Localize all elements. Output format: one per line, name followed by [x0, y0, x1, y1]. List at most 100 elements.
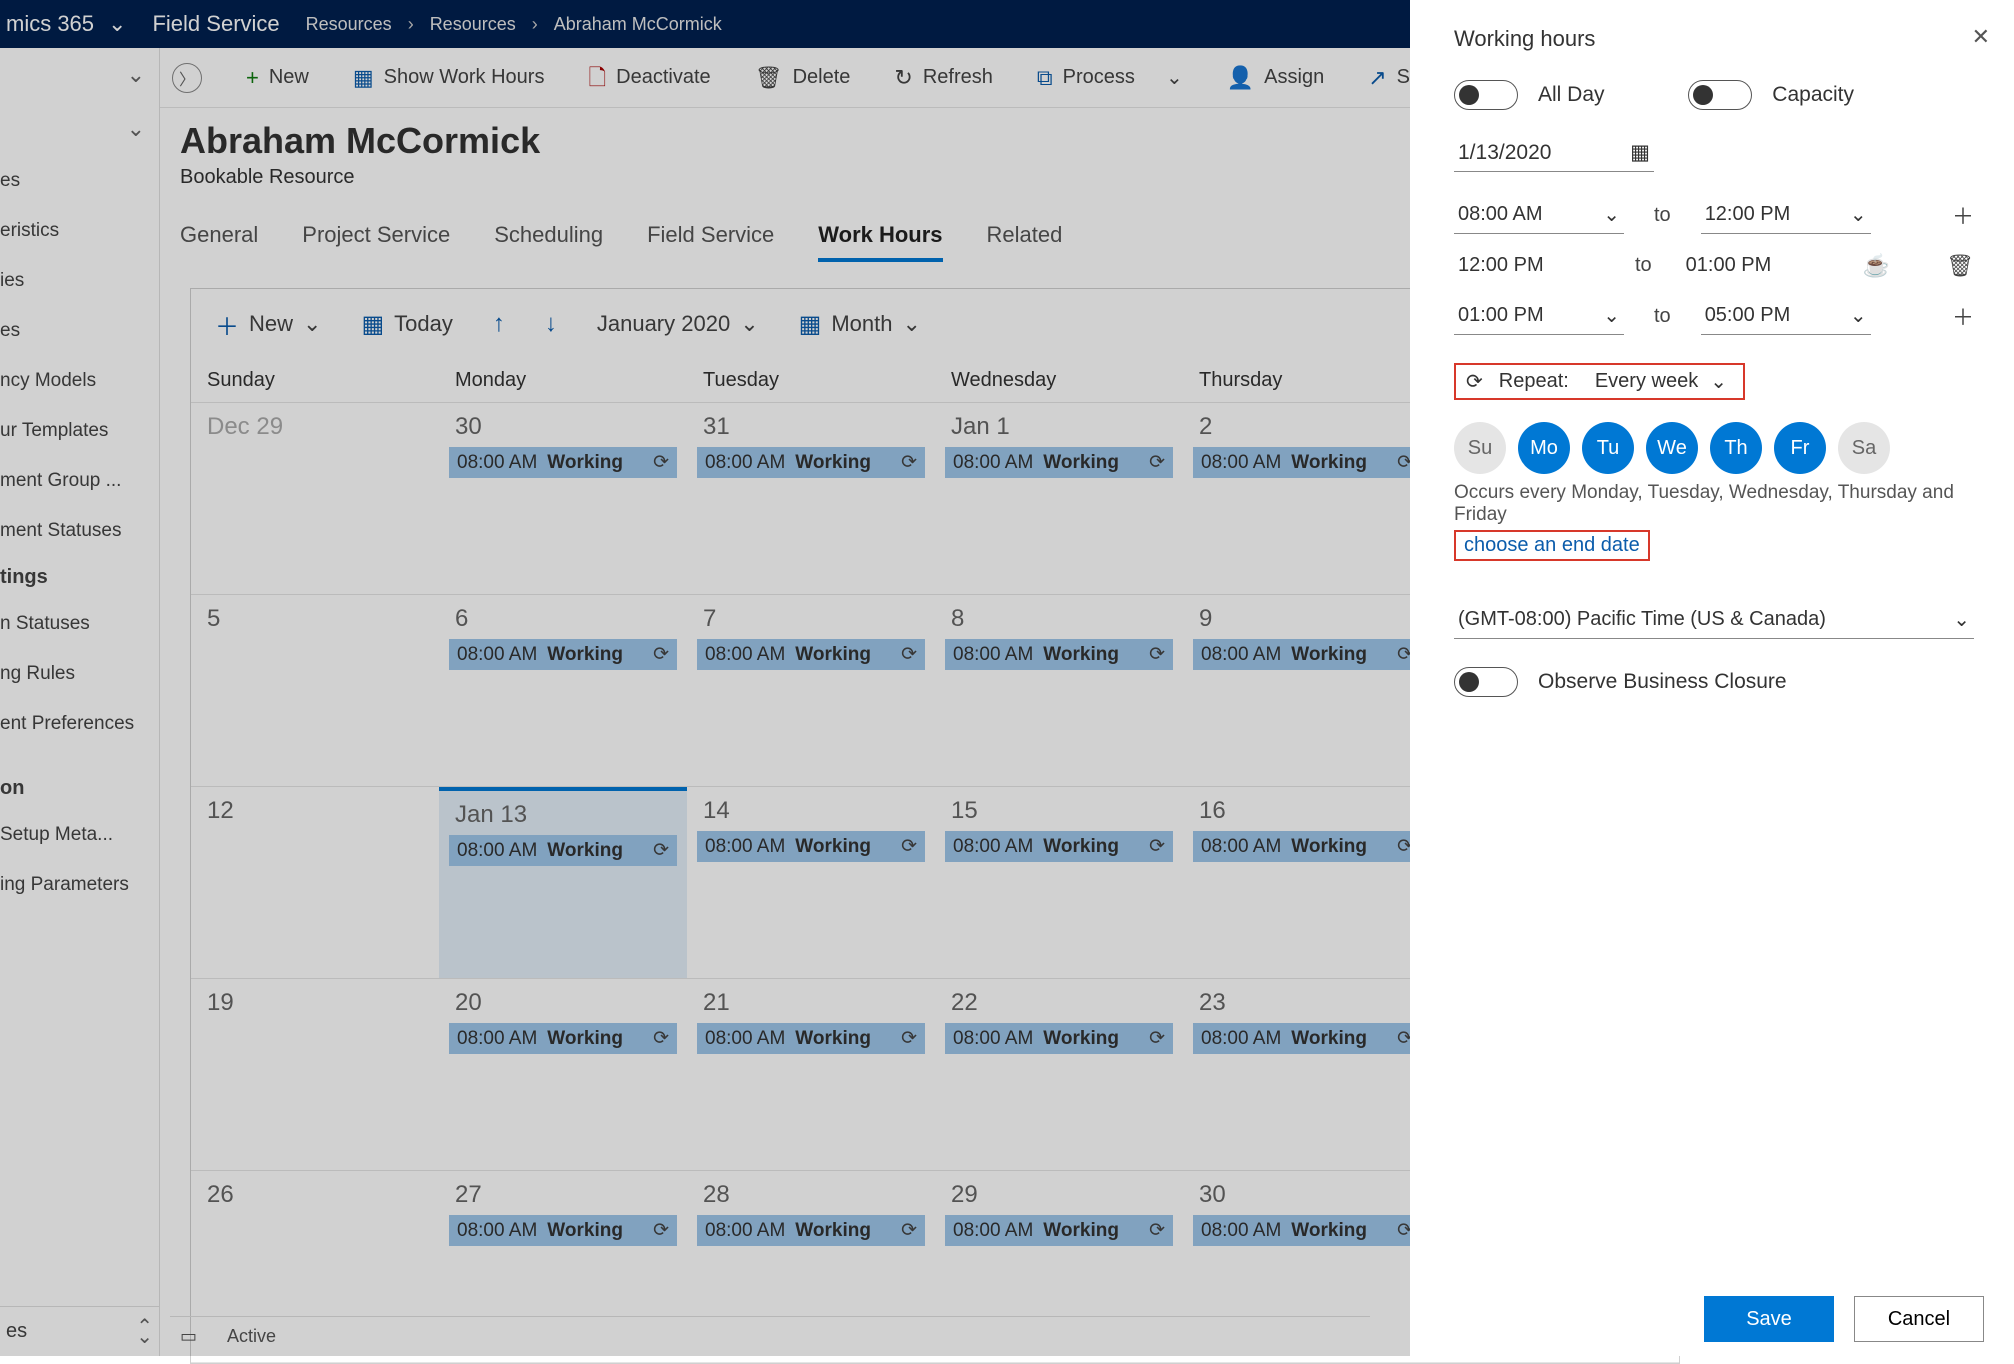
- app-brand[interactable]: mics 365 ⌄: [6, 11, 126, 37]
- calendar-day[interactable]: 808:00 AM Working⟳: [935, 595, 1183, 786]
- day-pill-sa[interactable]: Sa: [1838, 422, 1890, 474]
- cal-new-button[interactable]: ＋New ⌄: [215, 307, 321, 342]
- calendar-event[interactable]: 08:00 AM Working⟳: [945, 447, 1173, 478]
- calendar-event[interactable]: 08:00 AM Working⟳: [1193, 1023, 1421, 1054]
- time-from-field[interactable]: 12:00 PM: [1454, 248, 1605, 283]
- calendar-event[interactable]: 08:00 AM Working⟳: [449, 1023, 677, 1054]
- sidebar-item[interactable]: ment Group ...: [0, 456, 159, 506]
- cal-view-selector[interactable]: ▦Month ⌄: [799, 310, 921, 339]
- calendar-day[interactable]: 12: [191, 787, 439, 978]
- calendar-event[interactable]: 08:00 AM Working⟳: [1193, 1215, 1421, 1246]
- calendar-day[interactable]: 1408:00 AM Working⟳: [687, 787, 935, 978]
- calendar-day[interactable]: 708:00 AM Working⟳: [687, 595, 935, 786]
- calendar-event[interactable]: 08:00 AM Working⟳: [697, 831, 925, 862]
- capacity-toggle[interactable]: [1688, 80, 1752, 110]
- calendar-event[interactable]: 08:00 AM Working⟳: [1193, 447, 1421, 478]
- chevron-down-icon[interactable]: ⌄: [127, 116, 145, 142]
- calendar-event[interactable]: 08:00 AM Working⟳: [1193, 831, 1421, 862]
- sidebar-item[interactable]: ies: [0, 256, 159, 306]
- sidebar-item[interactable]: ur Templates: [0, 406, 159, 456]
- tab-scheduling[interactable]: Scheduling: [494, 222, 603, 262]
- assign-button[interactable]: 👤Assign: [1227, 66, 1324, 89]
- calendar-event[interactable]: 08:00 AM Working⟳: [449, 639, 677, 670]
- sidebar-item[interactable]: ent Preferences: [0, 699, 159, 749]
- calendar-event[interactable]: 08:00 AM Working⟳: [449, 1215, 677, 1246]
- calendar-day[interactable]: 3108:00 AM Working⟳: [687, 403, 935, 594]
- calendar-day[interactable]: 908:00 AM Working⟳: [1183, 595, 1431, 786]
- calendar-day[interactable]: 5: [191, 595, 439, 786]
- repeat-selector[interactable]: ⟳ Repeat: Every week ⌄: [1454, 363, 1745, 400]
- show-work-hours-button[interactable]: ▦Show Work Hours: [353, 66, 545, 89]
- sidebar-area-switcher[interactable]: es ⌃⌄: [0, 1306, 159, 1356]
- calendar-day[interactable]: 1608:00 AM Working⟳: [1183, 787, 1431, 978]
- calendar-event[interactable]: 08:00 AM Working⟳: [945, 639, 1173, 670]
- back-circle-icon[interactable]: 〉: [172, 63, 202, 93]
- process-button[interactable]: ⧉Process ⌄: [1037, 65, 1183, 90]
- sidebar-item[interactable]: eristics: [0, 206, 159, 256]
- crumb-1[interactable]: Resources: [306, 14, 392, 35]
- calendar-day[interactable]: 1508:00 AM Working⟳: [935, 787, 1183, 978]
- day-pill-su[interactable]: Su: [1454, 422, 1506, 474]
- deactivate-button[interactable]: 🗋Deactivate: [588, 66, 710, 89]
- tab-related[interactable]: Related: [987, 222, 1063, 262]
- tab-field-service[interactable]: Field Service: [647, 222, 774, 262]
- calendar-day[interactable]: 2308:00 AM Working⟳: [1183, 979, 1431, 1170]
- choose-end-date-link[interactable]: choose an end date: [1454, 530, 1650, 561]
- calendar-day[interactable]: Jan 1308:00 AM Working⟳: [439, 787, 687, 978]
- calendar-event[interactable]: 08:00 AM Working⟳: [697, 1023, 925, 1054]
- calendar-day[interactable]: 2208:00 AM Working⟳: [935, 979, 1183, 1170]
- delete-button[interactable]: 🗑Delete: [755, 66, 851, 89]
- save-button[interactable]: Save: [1704, 1296, 1834, 1342]
- crumb-3[interactable]: Abraham McCormick: [554, 14, 722, 35]
- form-switcher-icon[interactable]: ▭: [180, 1326, 197, 1347]
- tab-project-service[interactable]: Project Service: [302, 222, 450, 262]
- time-to-field[interactable]: 01:00 PM: [1682, 248, 1833, 283]
- sidebar-item[interactable]: es: [0, 306, 159, 356]
- crumb-2[interactable]: Resources: [430, 14, 516, 35]
- cal-today-button[interactable]: ▦Today: [361, 310, 452, 339]
- calendar-day[interactable]: 2108:00 AM Working⟳: [687, 979, 935, 1170]
- refresh-button[interactable]: ↻Refresh: [894, 66, 992, 89]
- sidebar-item[interactable]: n Statuses: [0, 599, 159, 649]
- calendar-day[interactable]: 3008:00 AM Working⟳: [439, 403, 687, 594]
- day-pill-th[interactable]: Th: [1710, 422, 1762, 474]
- day-pill-we[interactable]: We: [1646, 422, 1698, 474]
- calendar-event[interactable]: 08:00 AM Working⟳: [697, 639, 925, 670]
- calendar-event[interactable]: 08:00 AM Working⟳: [697, 447, 925, 478]
- new-button[interactable]: +New: [246, 66, 309, 89]
- sidebar-item[interactable]: ment Statuses: [0, 506, 159, 556]
- close-icon[interactable]: ✕: [1972, 24, 1990, 50]
- calendar-event[interactable]: 08:00 AM Working⟳: [1193, 639, 1421, 670]
- time-to-field[interactable]: 12:00 PM⌄: [1701, 196, 1871, 234]
- timezone-field[interactable]: (GMT-08:00) Pacific Time (US & Canada) ⌄: [1454, 601, 1974, 639]
- cal-month-label[interactable]: January 2020 ⌄: [597, 311, 759, 337]
- sidebar-item[interactable]: ng Rules: [0, 649, 159, 699]
- observe-closure-toggle[interactable]: [1454, 667, 1518, 697]
- day-pill-mo[interactable]: Mo: [1518, 422, 1570, 474]
- date-field[interactable]: 1/13/2020 ▦: [1454, 134, 1654, 172]
- calendar-event[interactable]: 08:00 AM Working⟳: [945, 1023, 1173, 1054]
- sidebar-item[interactable]: es: [0, 156, 159, 206]
- add-slot-icon[interactable]: ＋: [1952, 199, 1974, 231]
- trash-icon[interactable]: 🗑: [1946, 253, 1974, 279]
- calendar-event[interactable]: 08:00 AM Working⟳: [945, 1215, 1173, 1246]
- calendar-day[interactable]: 2008:00 AM Working⟳: [439, 979, 687, 1170]
- calendar-day[interactable]: 608:00 AM Working⟳: [439, 595, 687, 786]
- calendar-day[interactable]: 208:00 AM Working⟳: [1183, 403, 1431, 594]
- time-from-field[interactable]: 08:00 AM⌄: [1454, 196, 1624, 234]
- cal-prev-button[interactable]: ↑: [493, 310, 505, 338]
- day-pill-tu[interactable]: Tu: [1582, 422, 1634, 474]
- calendar-event[interactable]: 08:00 AM Working⟳: [945, 831, 1173, 862]
- time-to-field[interactable]: 05:00 PM⌄: [1701, 297, 1871, 335]
- cancel-button[interactable]: Cancel: [1854, 1296, 1984, 1342]
- all-day-toggle[interactable]: [1454, 80, 1518, 110]
- calendar-event[interactable]: 08:00 AM Working⟳: [697, 1215, 925, 1246]
- cal-next-button[interactable]: ↓: [545, 310, 557, 338]
- day-pill-fr[interactable]: Fr: [1774, 422, 1826, 474]
- tab-general[interactable]: General: [180, 222, 258, 262]
- add-slot-icon[interactable]: ＋: [1952, 300, 1974, 332]
- sidebar-item[interactable]: ncy Models: [0, 356, 159, 406]
- calendar-day[interactable]: Jan 108:00 AM Working⟳: [935, 403, 1183, 594]
- sidebar-item[interactable]: ing Parameters: [0, 860, 159, 910]
- calendar-day[interactable]: Dec 29: [191, 403, 439, 594]
